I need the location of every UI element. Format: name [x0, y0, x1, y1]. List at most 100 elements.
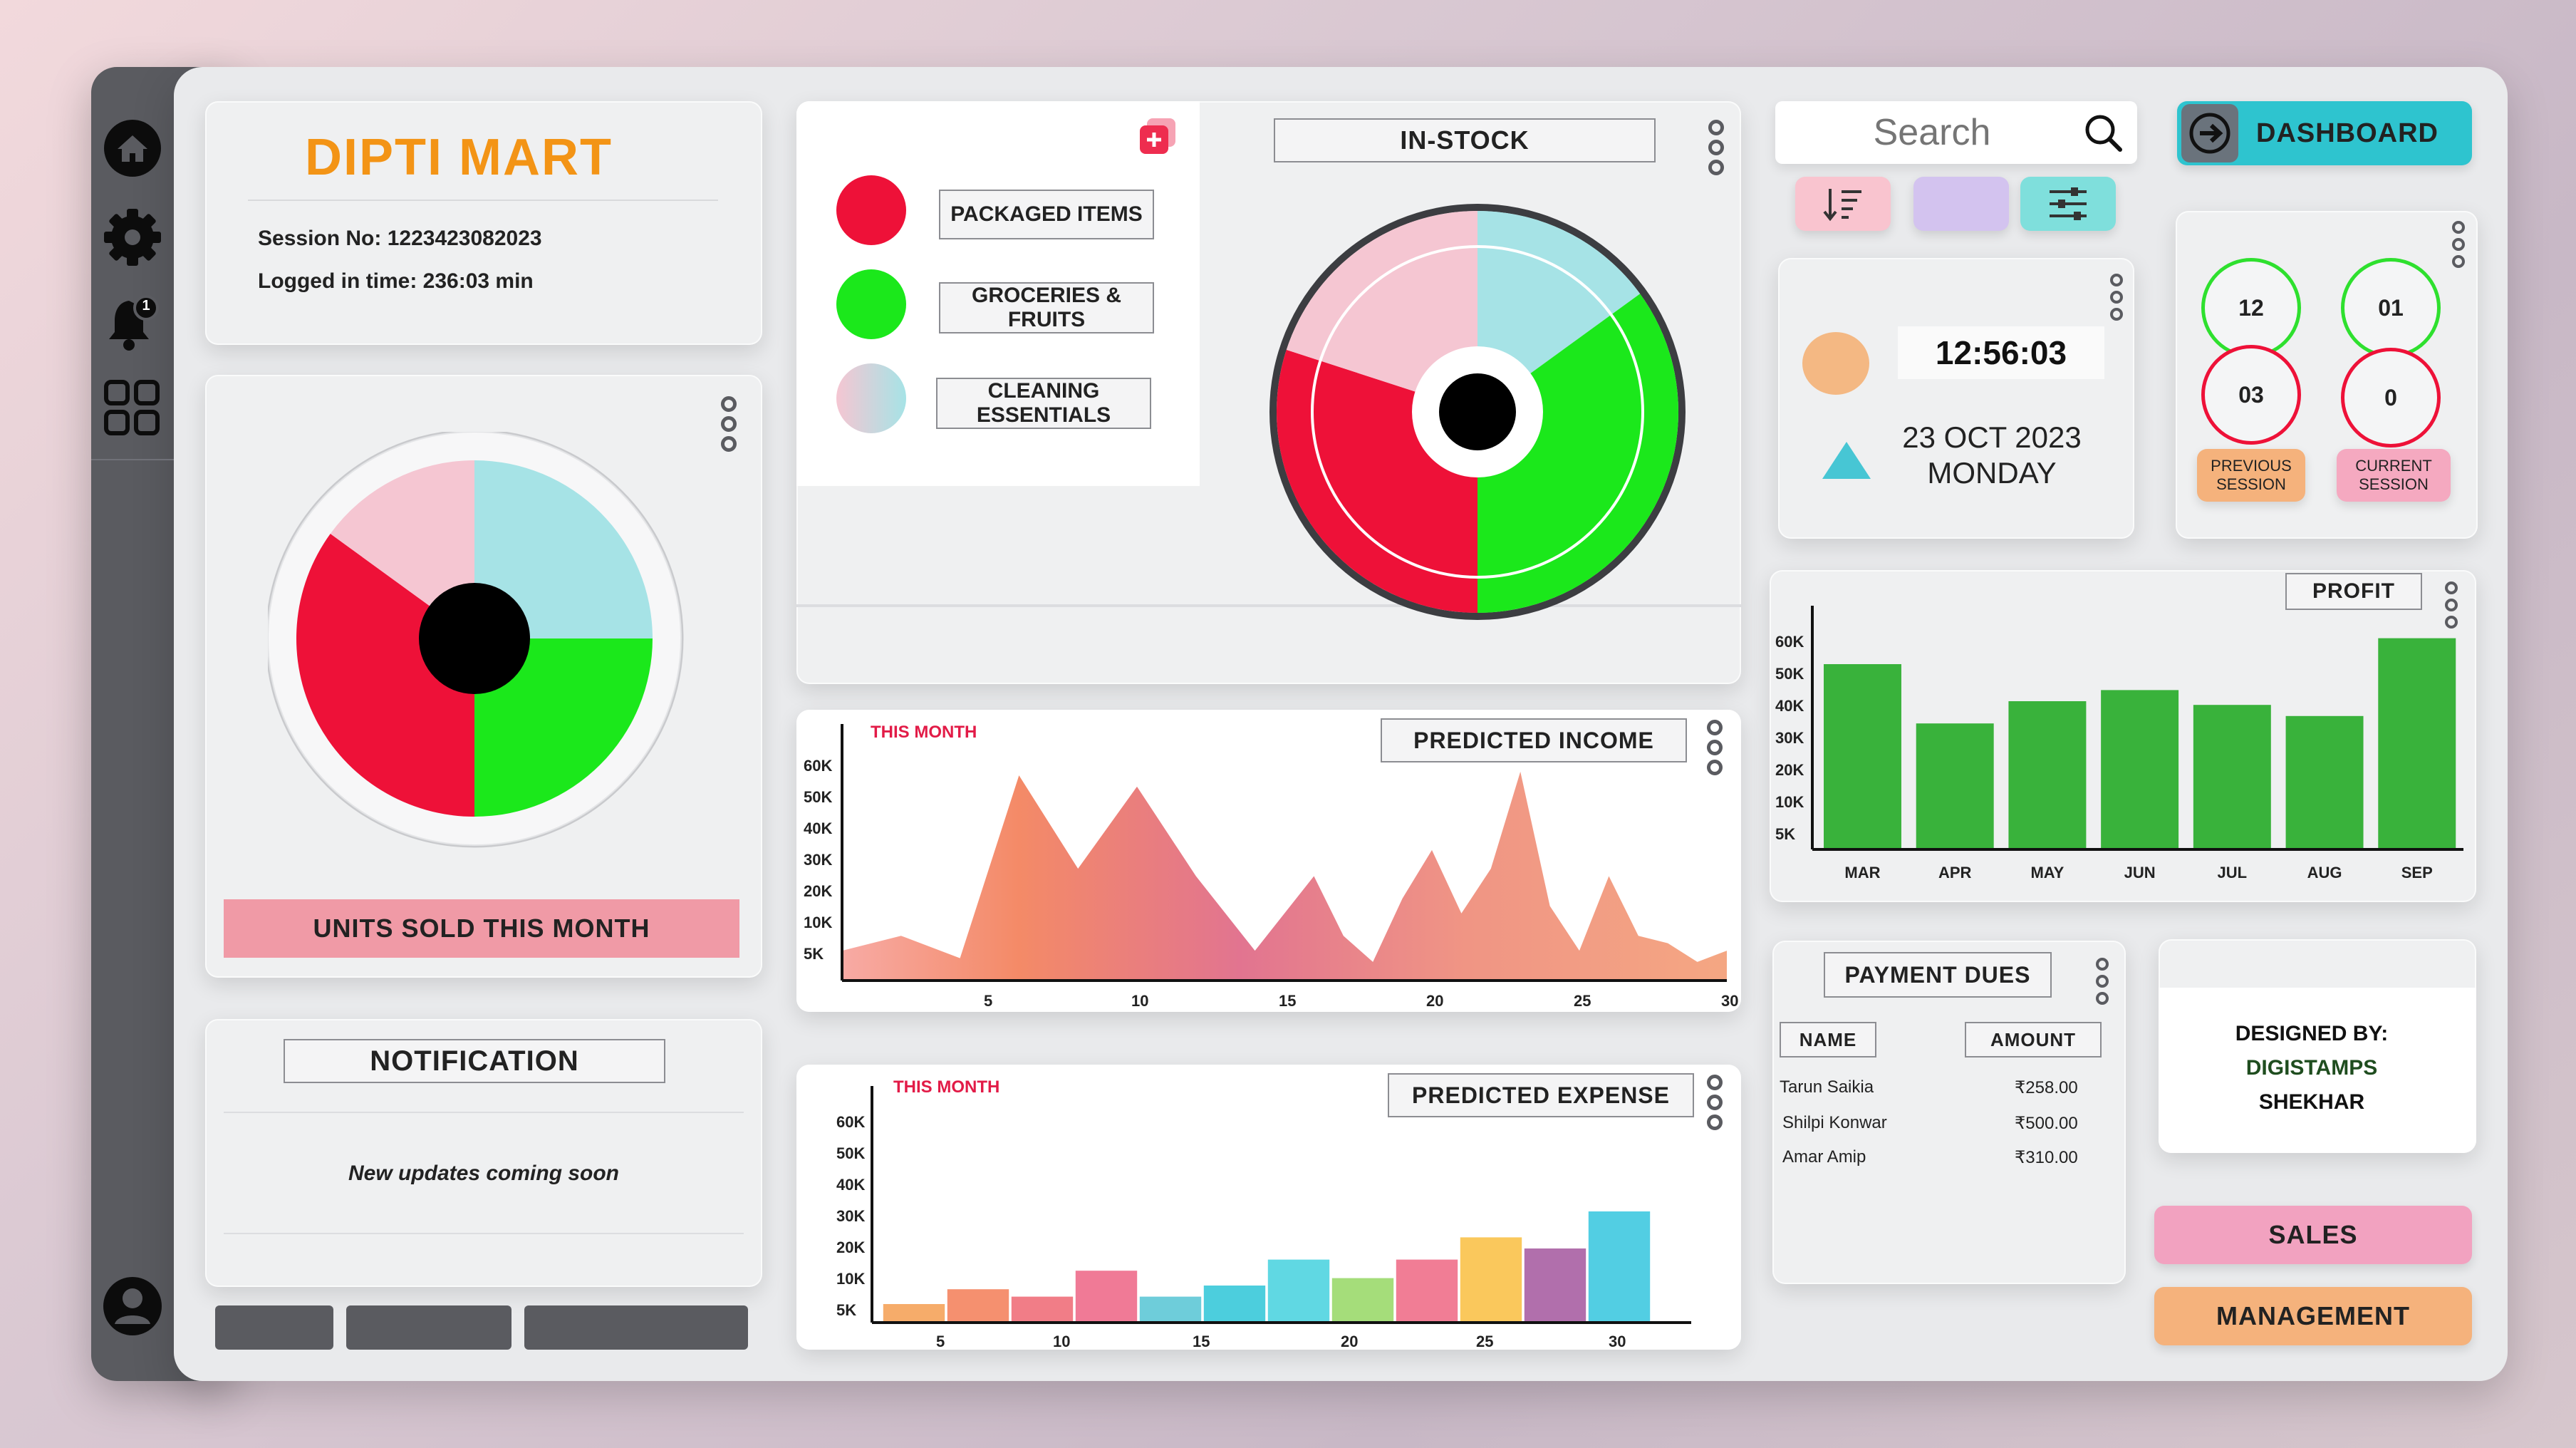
user-avatar-icon[interactable] [102, 1276, 163, 1337]
legend-packaged-items: PACKAGED ITEMS [939, 190, 1154, 239]
profit-bar [1824, 664, 1901, 849]
footer-button[interactable] [215, 1305, 333, 1350]
profit-x-tick: MAR [1844, 864, 1880, 881]
income-chart: 60K 50K 40K 30K 20K 10K 5K 5 10 15 20 25 30 [804, 724, 1738, 1010]
profit-chart: MAR APR MAY JUN JUL AUG SEP 60K 50K 40K 30K 20K 10K 5… [1775, 606, 2463, 881]
view-button[interactable] [1913, 177, 2009, 231]
footer-button[interactable] [346, 1305, 511, 1350]
management-button[interactable]: MANAGEMENT [2154, 1287, 2472, 1345]
profit-x-tick: AUG [2307, 864, 2342, 881]
expense-y-tick: 40K [836, 1176, 865, 1194]
expense-x-tick: 20 [1341, 1333, 1358, 1350]
profit-y-tick: 40K [1775, 697, 1804, 715]
add-icon[interactable] [1137, 115, 1180, 158]
profit-y-tick: 5K [1775, 825, 1795, 843]
income-y-tick: 30K [804, 851, 832, 869]
profit-x-tick: JUN [2124, 864, 2156, 881]
income-x-tick: 20 [1426, 992, 1443, 1010]
previous-session-top: 12 [2201, 258, 2301, 358]
payment-dues-card: PAYMENT DUES NAME AMOUNT Tarun Saikia ₹2… [1772, 941, 2126, 1284]
expense-y-tick: 30K [836, 1207, 865, 1225]
units-sold-card: UNITS SOLD THIS MONTH [205, 375, 762, 978]
profit-y-tick: 50K [1775, 665, 1804, 683]
arrow-right-icon [2181, 104, 2238, 162]
units-sold-pie [268, 432, 684, 848]
brand-card: DIPTI MART Session No: 1223423082023 Log… [205, 101, 762, 345]
sort-button[interactable] [1795, 177, 1891, 231]
sessions-menu-icon[interactable] [2452, 221, 2468, 272]
income-x-tick: 5 [984, 992, 992, 1010]
notification-bell-icon[interactable]: 1 [102, 292, 163, 353]
dashboard-label: DASHBOARD [2256, 118, 2439, 148]
notification-count: 1 [142, 298, 150, 314]
expense-bar [1524, 1248, 1586, 1323]
expense-chart: 60K 50K 40K 30K 20K 10K 5K 5 10 15 20 25 30 [836, 1086, 1691, 1350]
in-stock-card: PACKAGED ITEMS GROCERIES & FRUITS CLEANI… [796, 101, 1741, 684]
designer-card: DESIGNED BY: DIGISTAMPS SHEKHAR [2159, 939, 2476, 1153]
profit-bar [2193, 705, 2271, 849]
profit-bar [2285, 715, 2364, 849]
sidebar-divider [91, 459, 174, 460]
legend-cleaning-essentials: CLEANING ESSENTIALS [936, 378, 1151, 429]
clock-time: 12:56:03 [1898, 326, 2104, 379]
profit-y-tick: 60K [1775, 633, 1804, 651]
expense-bar [947, 1289, 1009, 1323]
units-sold-menu-icon[interactable] [721, 396, 739, 456]
designer-line1: DESIGNED BY: [2235, 1022, 2389, 1045]
clock-menu-icon[interactable] [2110, 274, 2126, 325]
search-bar[interactable] [1775, 101, 2137, 164]
home-icon[interactable] [102, 118, 163, 179]
previous-session-bottom: 03 [2201, 345, 2301, 445]
expense-y-tick: 5K [836, 1301, 856, 1319]
income-y-tick: 10K [804, 914, 832, 931]
triangle-icon [1822, 442, 1871, 479]
clock-date: 23 OCT 2023 [1902, 420, 2082, 454]
income-y-tick: 5K [804, 945, 824, 963]
income-x-tick: 25 [1574, 992, 1591, 1010]
dashboard-button[interactable]: DASHBOARD [2177, 101, 2472, 165]
filter-button[interactable] [2020, 177, 2116, 231]
profit-y-tick: 30K [1775, 729, 1804, 747]
notification-line [224, 1233, 744, 1234]
previous-session-button[interactable]: PREVIOUS SESSION [2197, 449, 2305, 502]
in-stock-menu-icon[interactable] [1708, 120, 1727, 180]
notification-line [224, 1112, 744, 1113]
income-y-tick: 20K [804, 882, 832, 900]
payment-row-name: Tarun Saikia [1780, 1077, 1874, 1097]
profit-x-tick: APR [1938, 864, 1972, 881]
expense-x-tick: 25 [1476, 1333, 1493, 1350]
legend-swatch-red [836, 175, 906, 245]
in-stock-title: IN-STOCK [1274, 118, 1656, 162]
expense-bar [1139, 1296, 1202, 1323]
expense-y-tick: 60K [836, 1113, 865, 1131]
expense-bar [1460, 1237, 1522, 1323]
sales-button[interactable]: SALES [2154, 1206, 2472, 1264]
search-input[interactable] [1790, 108, 2074, 157]
designer-line2: DIGISTAMPS [2245, 1056, 2378, 1080]
profit-x-tick: SEP [2401, 864, 2433, 881]
expense-bar [1331, 1278, 1394, 1323]
current-session-button[interactable]: CURRENT SESSION [2337, 449, 2451, 502]
expense-bar [1011, 1296, 1074, 1323]
units-sold-pie-center [419, 583, 530, 694]
predicted-income-card: THIS MONTH PREDICTED INCOME 60K 50K 40K 30K… [796, 710, 1741, 1012]
footer-button[interactable] [524, 1305, 748, 1350]
payment-row-amount: ₹258.00 [2015, 1078, 2078, 1097]
notification-card: NOTIFICATION New updates coming soon [205, 1019, 762, 1287]
expense-x-tick: 5 [936, 1333, 945, 1350]
expense-x-tick: 10 [1053, 1333, 1070, 1350]
payment-row-amount: ₹500.00 [2015, 1114, 2078, 1133]
apps-grid-icon[interactable] [102, 378, 163, 439]
in-stock-pie-center [1439, 373, 1516, 450]
profit-bar [1916, 723, 1994, 849]
gear-icon[interactable] [102, 207, 163, 268]
clock-card: 12:56:03 23 OCT 2023 MONDAY [1778, 258, 2134, 539]
legend-swatch-green [836, 269, 906, 339]
payment-dues-title: PAYMENT DUES [1824, 952, 2052, 998]
income-x-tick: 10 [1131, 992, 1148, 1010]
payment-menu-icon[interactable] [2096, 958, 2112, 1009]
units-sold-title: UNITS SOLD THIS MONTH [224, 899, 739, 958]
income-area [842, 771, 1727, 981]
search-icon[interactable] [2083, 113, 2123, 152]
income-y-tick: 50K [804, 788, 832, 806]
